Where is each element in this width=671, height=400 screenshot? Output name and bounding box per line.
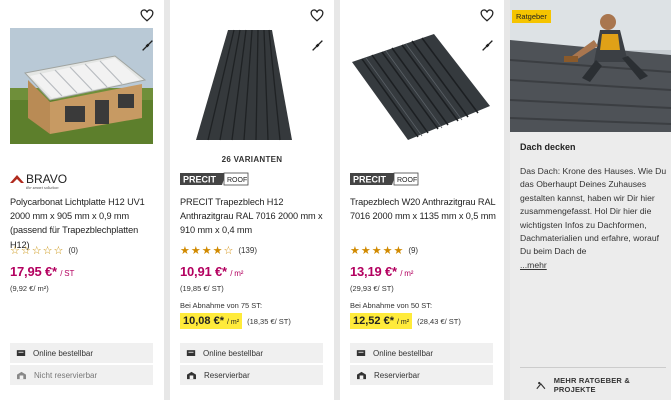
brand-name: BRAVO — [26, 172, 67, 186]
heart-icon[interactable] — [310, 9, 324, 22]
bulk-base-price: (28,43 €/ ST) — [417, 316, 461, 326]
truck-icon — [16, 349, 26, 356]
ratgeber-text: Das Dach: Krone des Hauses. Wie Du das O… — [520, 166, 667, 270]
brand-logo: BRAVO the smart solution — [10, 171, 92, 190]
ratgeber-badge: Ratgeber — [512, 10, 551, 23]
svg-text:the smart solution: the smart solution — [26, 185, 59, 190]
divider — [520, 367, 666, 368]
compare-icon[interactable] — [311, 39, 324, 52]
truck-icon — [186, 349, 196, 356]
rating-stars: ★★★★★ — [350, 245, 405, 257]
bulk-price: 10,08 €* / m² — [180, 313, 243, 329]
base-price: (19,85 €/ ST) — [180, 284, 224, 293]
svg-text:ROOF: ROOF — [397, 177, 417, 184]
bulk-price: 12,52 €* / m² — [350, 313, 413, 329]
store-icon — [187, 371, 196, 379]
rating[interactable]: ★★★★★ (9) — [350, 244, 418, 257]
bulk-label: Bei Abnahme von 50 ST: — [350, 301, 433, 310]
svg-text:PRECIT: PRECIT — [353, 175, 387, 185]
rating-count: (139) — [238, 246, 257, 255]
rating[interactable]: ★★★★☆ (139) — [180, 244, 257, 257]
product-title[interactable]: PRECIT Trapezblech H12 Anthrazitgrau RAL… — [180, 195, 326, 238]
product-image[interactable] — [180, 28, 323, 144]
availability-online: Online bestellbar — [10, 343, 153, 363]
rating-count: (0) — [68, 246, 79, 255]
rating-stars: ☆☆☆☆☆ — [10, 245, 65, 257]
compare-icon[interactable] — [481, 39, 494, 52]
ratgeber-title[interactable]: Dach decken — [520, 142, 576, 152]
bulk-base-price: (18,35 €/ ST) — [247, 316, 291, 326]
rating-stars: ★★★★☆ — [180, 245, 235, 257]
product-card-1[interactable]: BRAVO the smart solution Polycarbonat Li… — [0, 0, 164, 400]
roof-worker-icon — [536, 381, 546, 389]
ratgeber-card[interactable]: Ratgeber Dach decken Das Dach: Krone des… — [510, 0, 671, 400]
product-card-3[interactable]: PRECIT ROOF Trapezblech W20 Anthrazitgra… — [340, 0, 504, 400]
availability-reserve: Reservierbar — [180, 365, 323, 385]
availability-reserve: Nicht reservierbar — [10, 365, 153, 385]
svg-text:PRECIT: PRECIT — [183, 175, 217, 185]
price: 17,95 €* / ST — [10, 264, 75, 279]
rating[interactable]: ☆☆☆☆☆ (0) — [10, 244, 78, 257]
product-title[interactable]: Trapezblech W20 Anthrazitgrau RAL 7016 2… — [350, 195, 496, 223]
brand-logo: PRECIT ROOF — [180, 171, 250, 189]
base-price: (9,92 €/ m²) — [10, 284, 49, 293]
product-card-2[interactable]: 26 VARIANTEN PRECIT ROOF PRECIT Trapezbl… — [170, 0, 334, 400]
bulk-label: Bei Abnahme von 75 ST: — [180, 301, 263, 310]
availability-online: Online bestellbar — [350, 343, 493, 363]
heart-icon[interactable] — [480, 9, 494, 22]
availability-online: Online bestellbar — [180, 343, 323, 363]
store-icon — [357, 371, 366, 379]
more-guides-link[interactable]: MEHR RATGEBER & PROJEKTE — [536, 376, 671, 394]
compare-icon[interactable] — [141, 39, 154, 52]
truck-icon — [356, 349, 366, 356]
rating-count: (9) — [408, 246, 419, 255]
price: 13,19 €* / m² — [350, 264, 414, 279]
brand-logo: PRECIT ROOF — [350, 171, 420, 189]
product-image[interactable] — [10, 28, 153, 144]
availability-reserve: Reservierbar — [350, 365, 493, 385]
base-price: (29,93 €/ ST) — [350, 284, 394, 293]
svg-text:ROOF: ROOF — [227, 177, 247, 184]
variants-label[interactable]: 26 VARIANTEN — [170, 155, 334, 164]
store-icon — [17, 371, 26, 379]
price: 10,91 €* / m² — [180, 264, 244, 279]
read-more-link[interactable]: ...mehr — [520, 260, 547, 270]
product-image[interactable] — [350, 28, 493, 144]
bulk-price-row: 10,08 €* / m² (18,35 €/ ST) — [180, 313, 291, 329]
bulk-price-row: 12,52 €* / m² (28,43 €/ ST) — [350, 313, 461, 329]
heart-icon[interactable] — [140, 9, 154, 22]
